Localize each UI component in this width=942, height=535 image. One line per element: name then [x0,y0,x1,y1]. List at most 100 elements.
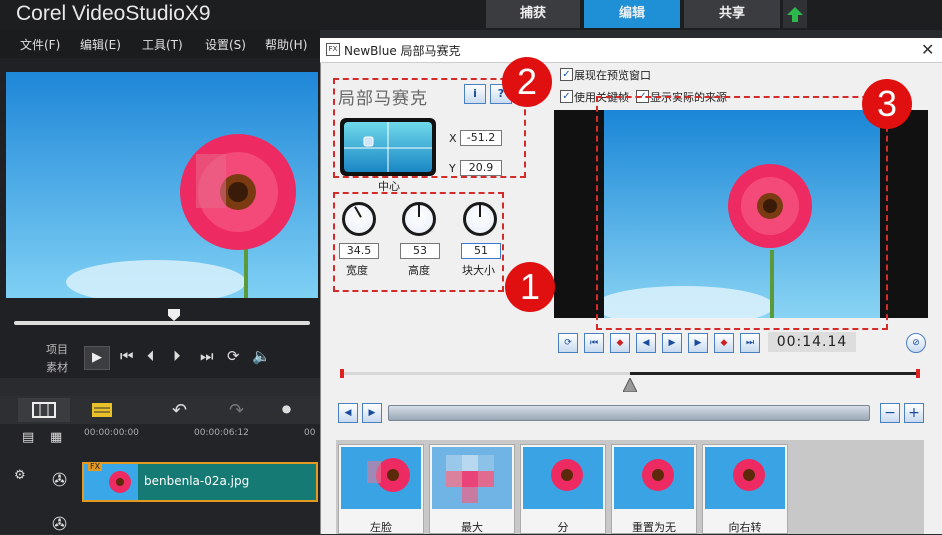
redo-icon[interactable]: ↷ [229,400,244,421]
horizontal-scrollbar[interactable] [388,405,870,421]
timecode-display: 00:14.14 [768,332,856,352]
go-end-button[interactable]: ⏭ [740,333,760,353]
tab-share[interactable]: 共享 [684,0,780,28]
menu-tools[interactable]: 工具(T) [142,36,183,53]
play-icon: ▶ [92,350,102,365]
scrub-bar[interactable] [14,321,310,325]
time-marker: 00:00:06:12 [194,428,249,438]
preset-item[interactable]: 分 [520,444,606,534]
preset-thumbnail [614,447,694,509]
annotation-box-3 [596,96,888,330]
upload-arrow-button[interactable] [783,0,807,28]
checkbox-show-preview[interactable]: ✓ [560,68,573,81]
menu-file[interactable]: 文件(F) [20,36,60,53]
storyboard-view-button[interactable] [18,398,70,422]
repeat-icon[interactable]: ⟳ [227,347,240,365]
track-settings-icon[interactable]: ⚙ [14,468,26,483]
play-button[interactable]: ▶ [84,346,110,370]
timeline-view-button[interactable] [76,398,128,422]
preset-item[interactable]: 向右转 [702,444,788,534]
time-marker: 00:00:00:00 [84,428,139,438]
preset-item[interactable]: 重置为无 [611,444,697,534]
track-manager-icon[interactable]: ▤ [22,430,34,445]
go-end-icon[interactable]: ⏭ [200,347,214,365]
preset-thumbnail [432,447,512,509]
preset-label: 重置为无 [632,521,676,534]
undo-icon[interactable]: ↶ [172,400,187,421]
preset-label: 最大 [461,521,483,534]
next-keyframe-button[interactable]: ◆ [714,333,734,353]
annotation-box-1 [333,192,504,292]
mode-project[interactable]: 项目 [46,341,68,357]
tab-capture[interactable]: 捕获 [486,0,580,28]
next-keyframe-icon: ◆ [720,338,728,348]
preset-label: 分 [557,521,569,534]
close-icon[interactable]: ✕ [921,40,934,59]
flower-image [6,72,318,298]
clip-name: benbenla-02a.jpg [144,474,250,488]
menu-help[interactable]: 帮助(H) [265,36,307,53]
filmstrip-icon [32,402,56,418]
checkbox-use-keyframes[interactable]: ✓ [560,90,573,103]
playhead-icon [622,376,638,393]
go-start-button[interactable]: ⏮ [584,333,604,353]
time-marker: 00 [304,428,316,438]
mode-clip[interactable]: 素材 [46,359,68,375]
plus-icon: + [908,405,920,421]
loop-button[interactable]: ⟳ [558,333,578,353]
go-start-icon[interactable]: ⏮ [120,347,134,365]
disable-preview-button[interactable]: ⊘ [906,333,926,353]
start-keyframe-marker[interactable] [340,369,344,378]
next-frame-button[interactable]: ▶ [688,333,708,353]
preset-label: 左脸 [370,521,392,534]
playhead-marker[interactable] [622,376,638,393]
zoom-in-button[interactable]: + [904,403,924,423]
keyframe-track-active [630,372,920,375]
tab-edit[interactable]: 编辑 [584,0,680,28]
annotation-box-2 [333,78,526,178]
preset-thumbnail [705,447,785,509]
preset-thumbnail [523,447,603,509]
arrow-right-icon: ▶ [368,408,376,418]
preset-item[interactable]: 最大 [429,444,515,534]
prev-frame-icon: ◀ [642,338,650,348]
next-frame-icon: ▶ [694,338,702,348]
fx-icon: FX [326,43,340,56]
annotation-badge-2: 2 [502,57,552,107]
scroll-left-button[interactable]: ◀ [338,403,358,423]
volume-icon[interactable]: 🔈 [252,347,271,365]
record-capture-icon[interactable]: ⏺ [282,399,291,420]
menu-edit[interactable]: 编辑(E) [80,36,121,53]
go-start-icon: ⏮ [589,338,599,348]
preset-label: 向右转 [728,521,762,534]
app-logo: Corel VideoStudioX9 [16,2,211,25]
no-entry-icon: ⊘ [912,338,920,348]
play-button[interactable]: ▶ [662,333,682,353]
play-icon: ▶ [668,338,676,348]
minus-icon: − [884,405,896,421]
annotation-badge-3: 3 [862,79,912,129]
go-end-icon: ⏭ [745,338,755,348]
prev-frame-button[interactable]: ◀ [636,333,656,353]
prev-frame-icon[interactable]: ⏴ [147,347,155,365]
up-arrow-icon [787,7,803,22]
video-track-icon: ✇ [52,470,68,491]
zoom-out-button[interactable]: − [880,403,900,423]
next-frame-icon[interactable]: ⏵ [173,347,181,365]
checkbox-label: 展现在预览窗口 [574,69,651,82]
chapter-icon[interactable]: ▦ [50,430,62,445]
prev-keyframe-button[interactable]: ◆ [610,333,630,353]
menu-settings[interactable]: 设置(S) [205,36,246,53]
preset-thumbnail [341,447,421,509]
fx-badge: FX [88,462,103,471]
end-keyframe-marker[interactable] [916,369,920,378]
timeline-icon [92,403,112,417]
dialog-title: NewBlue 局部马赛克 [344,44,461,58]
player-preview [6,72,318,298]
scroll-right-button[interactable]: ▶ [362,403,382,423]
prev-keyframe-icon: ◆ [616,338,624,348]
annotation-badge-1: 1 [505,262,555,312]
preset-item[interactable]: 左脸 [338,444,424,534]
arrow-left-icon: ◀ [344,408,352,418]
overlay-track-icon: ✇ [52,514,68,535]
